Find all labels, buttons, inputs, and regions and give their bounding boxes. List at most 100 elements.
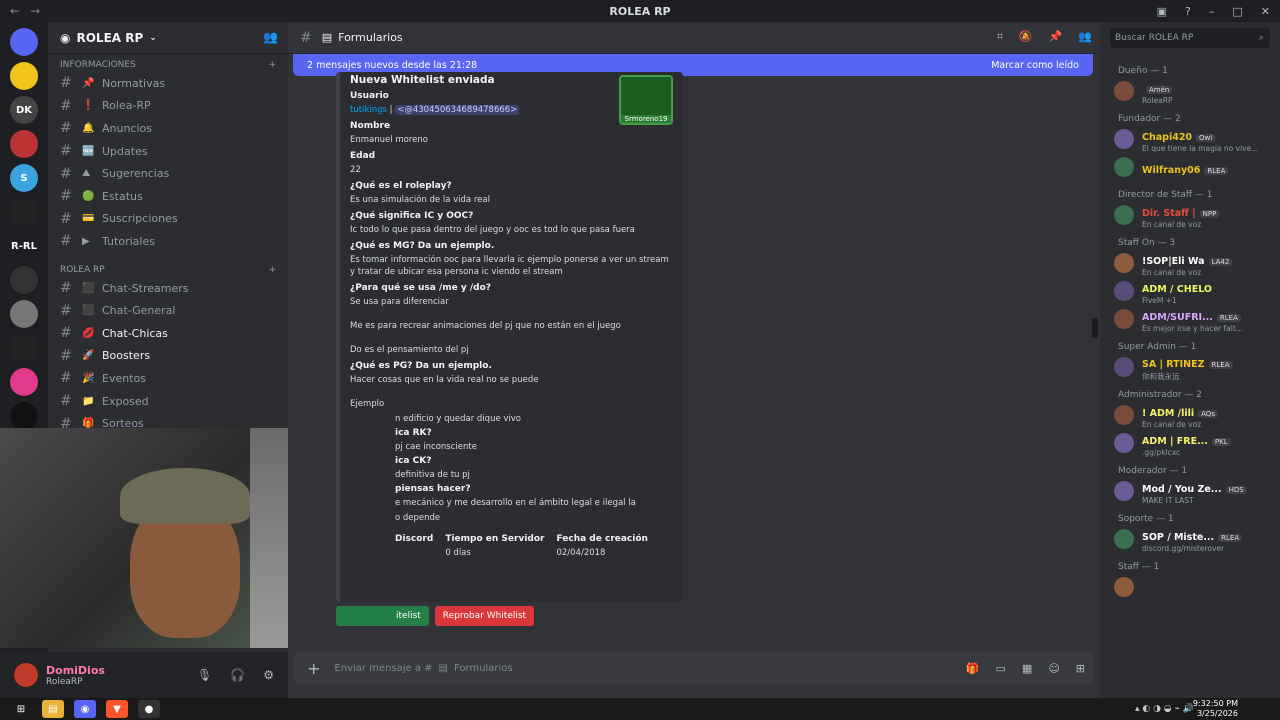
server-tag: RLEA	[1208, 361, 1233, 369]
category-rolea[interactable]: ROLEA RP +	[48, 259, 288, 277]
server-icon[interactable]	[10, 266, 38, 294]
server-icon[interactable]	[10, 130, 38, 158]
member-info: ! ADM /lili AQs En canal de voz	[1142, 401, 1218, 429]
windows-start-icon[interactable]: ⊞	[10, 700, 32, 718]
member-item[interactable]: !SOP|Eli Wa LA42 En canal de voz	[1100, 250, 1280, 277]
channel-label: Eventos	[102, 371, 146, 385]
mark-read-button[interactable]: Marcar como leído	[991, 60, 1079, 71]
avatar	[1114, 577, 1134, 597]
member-item[interactable]: ADM / CHELO FiveM +1	[1100, 278, 1280, 305]
server-icon[interactable]	[10, 62, 38, 90]
form-icon: ▤	[321, 31, 333, 44]
server-tag: Owl	[1196, 134, 1216, 142]
discord-taskbar-icon[interactable]: ◉	[74, 700, 96, 718]
member-item[interactable]: Dir. Staff | NPP En canal de voz	[1100, 202, 1280, 229]
member-item[interactable]: ADM/SUFRI... RLEA Es mejor irse y hacer fa…	[1100, 306, 1280, 333]
partial-line: o depende	[395, 513, 441, 523]
search-input[interactable]: Buscar ROLEA RP ⌕	[1110, 28, 1270, 48]
microphone-icon[interactable]: 🎙	[197, 668, 212, 682]
obs-icon[interactable]: ●	[138, 700, 160, 718]
apps-icon[interactable]: ⊞	[1076, 662, 1085, 675]
system-tray[interactable]: ▴ ◐ ◑ ◒ ⌁ 🔊	[1135, 704, 1194, 714]
search-icon: ⌕	[1258, 33, 1264, 43]
avatar	[1114, 357, 1134, 377]
channel-item[interactable]: # 🚀 Boosters	[48, 345, 288, 368]
member-name: Dir. Staff |	[1142, 208, 1196, 219]
file-explorer-icon[interactable]: ▤	[42, 700, 64, 718]
member-name-row: ! ADM /lili AQs	[1142, 401, 1218, 420]
category-info[interactable]: INFORMACIONES +	[48, 54, 288, 72]
channel-item[interactable]: # ⬛ Chat-Streamers	[48, 277, 288, 300]
channel-label: Rolea-RP	[102, 99, 151, 113]
server-icon[interactable]	[10, 334, 38, 362]
channel-emoji-icon: 📌	[82, 77, 95, 89]
member-item[interactable]: Wilfrany06 RLEA	[1100, 154, 1280, 180]
member-item[interactable]	[1100, 574, 1280, 600]
minimize-button[interactable]: –	[1209, 5, 1215, 18]
channel-item[interactable]: # 📁 Exposed	[48, 390, 288, 413]
avatar[interactable]	[14, 663, 38, 687]
reject-button[interactable]: Reprobar Whitelist	[434, 606, 535, 626]
member-item[interactable]: SA | RTINEZ RLEA 你和我永远	[1100, 354, 1280, 381]
channel-emoji-icon: ⬛	[82, 305, 95, 317]
hash-icon: #	[60, 165, 72, 182]
channel-item[interactable]: # ▶ Tutoriales	[48, 230, 288, 253]
member-item[interactable]: Mod / You Ze... HDS MAKE IT LAST	[1100, 478, 1280, 505]
user-mention[interactable]: <@430450634689478666>	[395, 105, 520, 115]
channel-item[interactable]: # 💋 Chat-Chicas	[48, 322, 288, 345]
pin-icon[interactable]: 📌	[1049, 30, 1063, 44]
channel-item[interactable]: # 🎉 Eventos	[48, 367, 288, 390]
channel-item[interactable]: # ❗ Rolea-RP	[48, 95, 288, 118]
channel-item[interactable]: # 💳 Suscripciones	[48, 208, 288, 231]
member-item[interactable]: Amén RoleaRP	[1100, 78, 1280, 105]
add-attachment-icon[interactable]: +	[307, 659, 320, 678]
server-icon[interactable]	[10, 198, 38, 226]
maximize-button[interactable]: □	[1232, 5, 1242, 18]
channel-item[interactable]: # 🆕 Updates	[48, 140, 288, 163]
add-channel-icon[interactable]: +	[268, 60, 276, 70]
embed-thumbnail: Srmoreno19	[619, 75, 673, 125]
channel-item[interactable]: # ⛰ Sugerencias	[48, 162, 288, 185]
threads-icon[interactable]: ⌗	[997, 30, 1003, 44]
gif-icon[interactable]: ▭	[996, 662, 1006, 675]
close-button[interactable]: ✕	[1261, 5, 1270, 18]
server-icon[interactable]: DK	[10, 96, 38, 124]
scrollbar-thumb[interactable]	[1092, 318, 1098, 338]
clock[interactable]: 9:32:50 PM 3/25/2026	[1193, 699, 1238, 719]
members-icon[interactable]: 👥	[1078, 30, 1092, 44]
window-title: ROLEA RP	[609, 4, 671, 18]
channel-item[interactable]: # 📌 Normativas	[48, 72, 288, 95]
question-label: ¿Qué es el roleplay?	[350, 181, 452, 191]
message-composer[interactable]: + Enviar mensaje a # ▤ Formularios 🎁 ▭ ▦…	[293, 652, 1093, 684]
server-icon[interactable]	[10, 402, 38, 430]
server-icon[interactable]	[10, 28, 38, 56]
channel-item[interactable]: # 🔔 Anuncios	[48, 117, 288, 140]
server-icon[interactable]: R-RL	[10, 232, 38, 260]
headphones-icon[interactable]: 🎧	[230, 668, 245, 682]
invite-icon[interactable]: 👥	[263, 30, 278, 44]
member-item[interactable]: Chapi420 Owl El que tiene la magia no vive…	[1100, 126, 1280, 153]
member-item[interactable]: ! ADM /lili AQs En canal de voz	[1100, 401, 1280, 429]
mute-icon[interactable]: 🔕	[1019, 30, 1033, 44]
gift-icon[interactable]: 🎁	[966, 662, 980, 675]
inbox-icon[interactable]: ▣	[1157, 5, 1167, 18]
embed-field: Tiempo en Servidor 0 días	[445, 534, 544, 559]
gear-icon[interactable]: ⚙	[263, 668, 274, 682]
guild-header[interactable]: ◉ ROLEA RP ⌄ 👥	[48, 22, 288, 54]
emoji-icon[interactable]: ☺	[1048, 662, 1059, 675]
help-icon[interactable]: ?	[1185, 5, 1191, 18]
user-link[interactable]: tutikings	[350, 105, 387, 115]
server-icon[interactable]	[10, 300, 38, 328]
server-icon[interactable]: S	[10, 164, 38, 192]
approve-button[interactable]: itelist	[336, 606, 429, 626]
avatar	[1114, 433, 1134, 453]
member-item[interactable]: SOP / Miste... RLEA discord.gg/misterover	[1100, 526, 1280, 553]
server-icon[interactable]	[10, 368, 38, 396]
sticker-icon[interactable]: ▦	[1022, 662, 1032, 675]
member-item[interactable]: ADM | FRE... PKL .gg/pklcxc	[1100, 430, 1280, 457]
add-channel-icon[interactable]: +	[268, 265, 276, 275]
member-status: En canal de voz	[1142, 268, 1202, 277]
channel-item[interactable]: # 🟢 Estatus	[48, 185, 288, 208]
brave-icon[interactable]: ▼	[106, 700, 128, 718]
channel-item[interactable]: # ⬛ Chat-General	[48, 299, 288, 322]
